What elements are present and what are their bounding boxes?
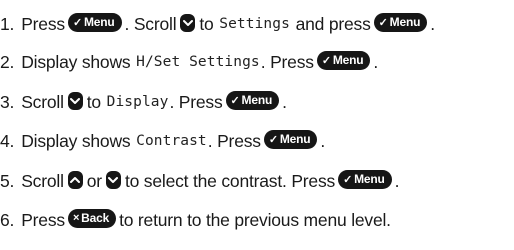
step-text: . Press xyxy=(169,91,223,112)
check-icon: ✓ xyxy=(72,16,82,29)
step-text: Press xyxy=(21,13,65,34)
step-end: . xyxy=(320,130,326,151)
step-text: . Press xyxy=(207,130,261,151)
step-text: . Press xyxy=(260,51,314,72)
menu-button: ✓ Menu xyxy=(67,12,122,32)
back-button: × Back xyxy=(67,208,117,228)
display-text: Settings xyxy=(219,16,290,32)
menu-button: ✓ Menu xyxy=(263,129,318,149)
scroll-down-icon xyxy=(67,92,83,110)
step-number: 2. xyxy=(0,51,15,72)
check-icon: ✓ xyxy=(378,16,388,29)
step-text: Scroll xyxy=(21,91,64,112)
display-text: H/Set Settings xyxy=(136,54,260,70)
check-icon: ✓ xyxy=(321,54,331,67)
step-end: . xyxy=(282,91,287,112)
menu-button-label: Menu xyxy=(241,93,273,107)
step-number: 3. xyxy=(0,91,15,112)
step-text: to select the contrast. Press xyxy=(124,170,336,191)
step-text: or xyxy=(86,170,102,191)
menu-button-label: Menu xyxy=(354,172,385,186)
step-text: Press xyxy=(21,209,65,230)
menu-button: ✓ Menu xyxy=(316,50,371,70)
step-text: to xyxy=(86,91,101,112)
step-end: . xyxy=(430,13,435,34)
step-end: . xyxy=(373,51,379,72)
step-6: 6. Press × Back to return to the previous… xyxy=(0,206,391,234)
menu-button: ✓ Menu xyxy=(338,169,392,189)
menu-button: ✓ Menu xyxy=(373,12,428,32)
menu-button-label: Menu xyxy=(332,53,364,67)
menu-button-label: Menu xyxy=(83,15,115,29)
back-button-label: Back xyxy=(81,211,110,225)
step-text: and press xyxy=(295,13,371,34)
step-end: . xyxy=(394,170,400,191)
step-text: Display shows xyxy=(21,51,131,72)
step-4: 4. Display shows Contrast . Press ✓ Menu … xyxy=(0,127,325,155)
check-icon: ✓ xyxy=(268,133,278,146)
menu-button-label: Menu xyxy=(279,132,311,146)
step-number: 4. xyxy=(0,130,15,151)
step-text: to return to the previous menu level. xyxy=(119,209,391,230)
scroll-down-icon xyxy=(105,171,121,189)
display-text: Display xyxy=(106,94,169,110)
step-text: Scroll xyxy=(21,170,64,191)
check-icon: ✓ xyxy=(230,94,240,107)
step-text: . Scroll xyxy=(124,13,177,34)
step-2: 2. Display shows H/Set Settings . Press … xyxy=(0,48,378,76)
step-text: to xyxy=(199,13,214,34)
menu-button-label: Menu xyxy=(389,15,421,29)
step-text: Display shows xyxy=(21,130,131,151)
cross-icon: × xyxy=(72,212,80,224)
step-number: 1. xyxy=(0,13,15,34)
step-number: 6. xyxy=(0,209,15,230)
step-5: 5. Scroll or to select the contrast. Pre… xyxy=(0,167,399,195)
step-number: 5. xyxy=(0,170,15,191)
instruction-list: 1. Press ✓ Menu . Scroll to Settings and … xyxy=(0,0,514,250)
scroll-up-icon xyxy=(67,171,83,189)
step-3: 3. Scroll to Display . Press ✓ Menu . xyxy=(0,88,287,116)
display-text: Contrast xyxy=(136,133,207,149)
step-1: 1. Press ✓ Menu . Scroll to Settings and … xyxy=(0,10,435,38)
menu-button: ✓ Menu xyxy=(225,90,280,110)
scroll-down-icon xyxy=(180,14,196,32)
check-icon: ✓ xyxy=(343,173,353,186)
